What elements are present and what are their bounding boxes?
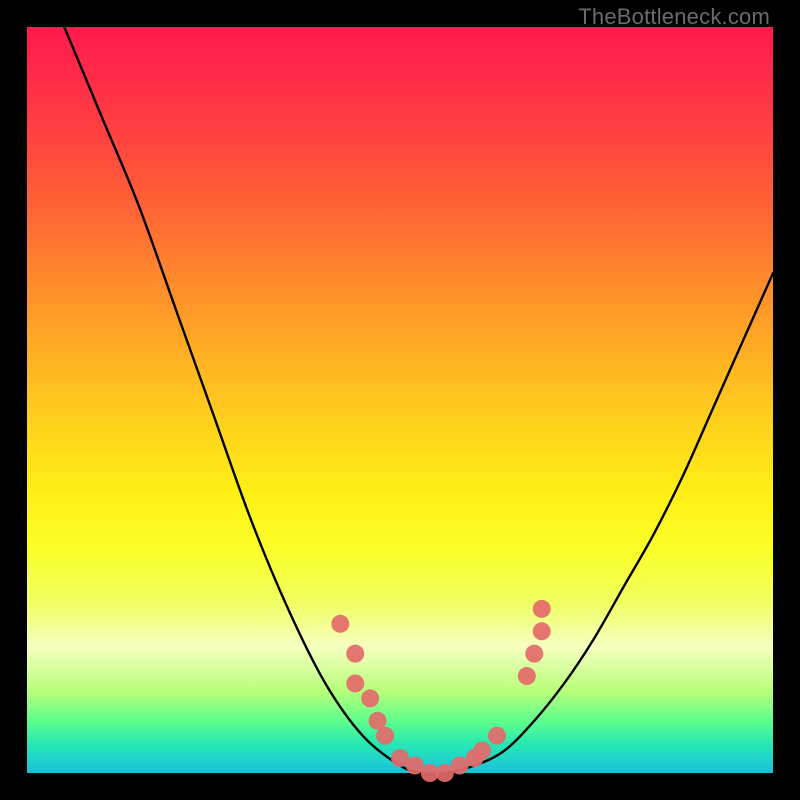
data-marker (361, 689, 379, 707)
watermark-text: TheBottleneck.com (578, 4, 770, 30)
data-marker (376, 727, 394, 745)
data-marker (488, 727, 506, 745)
data-marker (525, 645, 543, 663)
data-marker (473, 742, 491, 760)
chart-frame (27, 27, 773, 773)
data-marker (346, 645, 364, 663)
data-marker (533, 622, 551, 640)
marker-group (331, 600, 550, 782)
data-marker (331, 615, 349, 633)
bottleneck-curve-line (64, 27, 773, 774)
chart-svg (27, 27, 773, 773)
data-marker (518, 667, 536, 685)
data-marker (533, 600, 551, 618)
data-marker (346, 674, 364, 692)
